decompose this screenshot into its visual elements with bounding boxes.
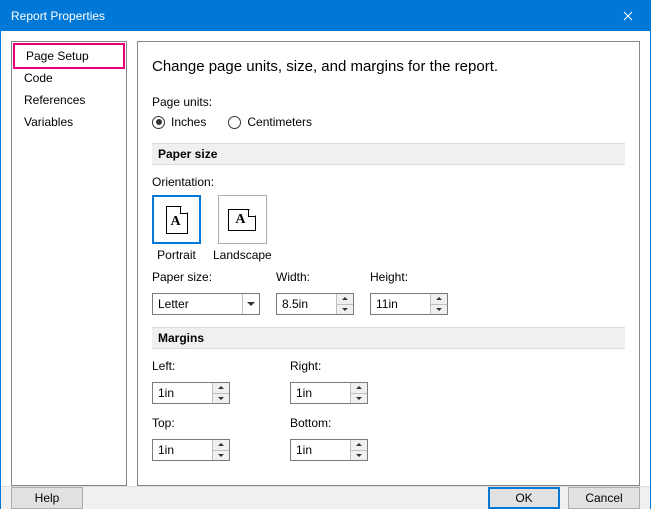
window-title: Report Properties — [11, 9, 105, 23]
height-spinner[interactable] — [370, 293, 448, 315]
margins-header: Margins — [152, 327, 625, 349]
radio-centimeters-label: Centimeters — [247, 115, 312, 129]
margin-top-down[interactable] — [213, 451, 229, 461]
chevron-down-icon — [356, 397, 362, 400]
orientation-landscape[interactable]: A Landscape — [213, 195, 272, 262]
width-down[interactable] — [337, 305, 353, 315]
chevron-down-icon — [356, 454, 362, 457]
chevron-up-icon — [436, 297, 442, 300]
orientation-portrait-box: A — [152, 195, 201, 244]
chevron-down-icon — [218, 397, 224, 400]
margin-bottom-label: Bottom: — [290, 416, 368, 430]
margin-right-down[interactable] — [351, 394, 367, 404]
margin-right-label: Right: — [290, 359, 368, 373]
paper-size-value: Letter — [153, 297, 242, 311]
height-up[interactable] — [431, 294, 447, 305]
radio-centimeters[interactable]: Centimeters — [228, 115, 312, 129]
close-button[interactable] — [605, 1, 650, 31]
sidebar-item-page-setup[interactable]: Page Setup — [13, 43, 125, 69]
margin-bottom-input[interactable] — [291, 440, 350, 460]
ok-button-label: OK — [515, 491, 532, 505]
sidebar-item-code[interactable]: Code — [15, 67, 123, 89]
chevron-down-icon — [342, 308, 348, 311]
paper-size-label: Paper size: — [152, 270, 260, 284]
radio-inches-dot — [152, 116, 165, 129]
margin-bottom-down[interactable] — [351, 451, 367, 461]
orientation-landscape-label: Landscape — [213, 248, 272, 262]
sidebar: Page Setup Code References Variables — [11, 41, 127, 486]
sidebar-item-label: Page Setup — [26, 49, 89, 63]
orientation-landscape-box: A — [218, 195, 267, 244]
chevron-up-icon — [218, 443, 224, 446]
height-label: Height: — [370, 270, 448, 284]
margin-left-spinner[interactable] — [152, 382, 230, 404]
radio-inches-label: Inches — [171, 115, 206, 129]
orientation-label: Orientation: — [152, 175, 625, 189]
cancel-button-label: Cancel — [585, 491, 622, 505]
margin-right-up[interactable] — [351, 383, 367, 394]
page-landscape-icon: A — [228, 209, 256, 231]
orientation-row: A Portrait A Landscape — [152, 195, 625, 262]
help-button[interactable]: Help — [11, 487, 83, 509]
margin-top-spinner[interactable] — [152, 439, 230, 461]
height-down[interactable] — [431, 305, 447, 315]
width-up[interactable] — [337, 294, 353, 305]
margins-row-2: Top: Bottom: — [152, 416, 625, 461]
margin-left-up[interactable] — [213, 383, 229, 394]
sidebar-item-variables[interactable]: Variables — [15, 111, 123, 133]
margin-left-down[interactable] — [213, 394, 229, 404]
ok-button[interactable]: OK — [488, 487, 560, 509]
width-label: Width: — [276, 270, 354, 284]
margin-left-label: Left: — [152, 359, 230, 373]
close-icon — [623, 11, 633, 21]
dialog-footer: Help OK Cancel — [1, 486, 650, 509]
cancel-button[interactable]: Cancel — [568, 487, 640, 509]
dialog-body: Page Setup Code References Variables Cha… — [1, 31, 650, 486]
titlebar: Report Properties — [1, 1, 650, 31]
main-panel: Change page units, size, and margins for… — [137, 41, 640, 486]
margin-bottom-spinner[interactable] — [290, 439, 368, 461]
chevron-down-icon — [436, 308, 442, 311]
radio-centimeters-dot — [228, 116, 241, 129]
chevron-up-icon — [218, 386, 224, 389]
paper-size-dropdown-button[interactable] — [242, 294, 259, 314]
page-title: Change page units, size, and margins for… — [152, 58, 625, 75]
width-input[interactable] — [277, 294, 336, 314]
page-portrait-icon: A — [166, 206, 188, 234]
sidebar-item-references[interactable]: References — [15, 89, 123, 111]
chevron-down-icon — [218, 454, 224, 457]
orientation-portrait[interactable]: A Portrait — [152, 195, 201, 262]
sidebar-item-label: References — [24, 93, 85, 107]
sidebar-item-label: Variables — [24, 115, 73, 129]
page-units-group: Inches Centimeters — [152, 115, 625, 129]
margin-bottom-up[interactable] — [351, 440, 367, 451]
height-input[interactable] — [371, 294, 430, 314]
sidebar-item-label: Code — [24, 71, 53, 85]
paper-size-fields: Paper size: Letter Width: Height: — [152, 270, 625, 315]
margin-top-input[interactable] — [153, 440, 212, 460]
chevron-up-icon — [356, 443, 362, 446]
margin-left-input[interactable] — [153, 383, 212, 403]
chevron-down-icon — [247, 302, 255, 306]
page-units-label: Page units: — [152, 95, 625, 109]
orientation-portrait-label: Portrait — [157, 248, 196, 262]
margin-top-label: Top: — [152, 416, 230, 430]
chevron-up-icon — [342, 297, 348, 300]
margin-right-input[interactable] — [291, 383, 350, 403]
chevron-up-icon — [356, 386, 362, 389]
radio-inches[interactable]: Inches — [152, 115, 206, 129]
paper-size-header: Paper size — [152, 143, 625, 165]
help-button-label: Help — [35, 491, 60, 505]
paper-size-combo[interactable]: Letter — [152, 293, 260, 315]
margins-row-1: Left: Right: — [152, 359, 625, 404]
dialog-window: Report Properties Page Setup Code Refere… — [0, 0, 651, 509]
width-spinner[interactable] — [276, 293, 354, 315]
margin-right-spinner[interactable] — [290, 382, 368, 404]
margin-top-up[interactable] — [213, 440, 229, 451]
